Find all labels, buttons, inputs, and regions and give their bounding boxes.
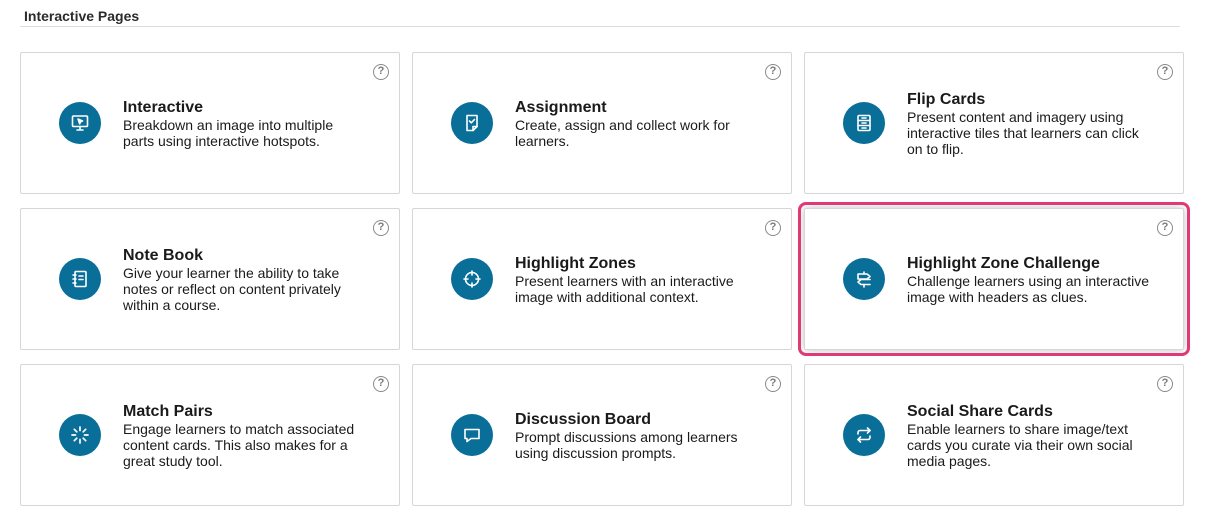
card-highlight-zones[interactable]: ? Highlight Zones Present learners with … bbox=[412, 208, 792, 350]
card-title: Social Share Cards bbox=[907, 402, 1053, 420]
crosshair-icon bbox=[451, 258, 493, 300]
spinner-icon bbox=[59, 414, 101, 456]
card-assignment[interactable]: ? Assignment Create, assign and collect … bbox=[412, 52, 792, 194]
card-description: Engage learners to match associated cont… bbox=[123, 420, 355, 469]
card-flip-cards[interactable]: ? Flip Cards Present content and imagery… bbox=[804, 52, 1184, 194]
card-title: Interactive bbox=[123, 98, 204, 116]
help-icon[interactable]: ? bbox=[373, 376, 389, 392]
card-description: Breakdown an image into multiple parts u… bbox=[123, 116, 334, 149]
card-description: Give your learner the ability to take no… bbox=[123, 264, 341, 313]
help-icon[interactable]: ? bbox=[765, 220, 781, 236]
card-interactive[interactable]: ? Interactive Breakdown an image into mu… bbox=[20, 52, 400, 194]
help-icon[interactable]: ? bbox=[373, 220, 389, 236]
card-match-pairs[interactable]: ? Match Pairs Engage learners to match a… bbox=[20, 364, 400, 506]
card-description: Present learners with an interactive ima… bbox=[515, 272, 734, 305]
card-discussion-board[interactable]: ? Discussion Board Prompt discussions am… bbox=[412, 364, 792, 506]
help-icon[interactable]: ? bbox=[1157, 64, 1173, 80]
card-description: Present content and imagery using intera… bbox=[907, 108, 1139, 157]
cards-icon bbox=[843, 102, 885, 144]
card-description: Enable learners to share image/text card… bbox=[907, 420, 1133, 469]
monitor-cursor-icon bbox=[59, 102, 101, 144]
card-title: Flip Cards bbox=[907, 90, 986, 108]
card-title: Assignment bbox=[515, 98, 607, 116]
card-note-book[interactable]: ? Note Book Give your learner the abilit… bbox=[20, 208, 400, 350]
card-title: Highlight Zone Challenge bbox=[907, 254, 1100, 272]
card-description: Prompt discussions among learners using … bbox=[515, 428, 738, 461]
interactive-pages-panel: Interactive Pages ? Interactive Breakdow… bbox=[0, 0, 1209, 521]
card-description: Create, assign and collect work for lear… bbox=[515, 116, 730, 149]
card-description: Challenge learners using an interactive … bbox=[907, 272, 1150, 305]
help-icon[interactable]: ? bbox=[765, 64, 781, 80]
card-title: Discussion Board bbox=[515, 410, 652, 428]
help-icon[interactable]: ? bbox=[765, 376, 781, 392]
help-icon[interactable]: ? bbox=[1157, 376, 1173, 392]
card-title: Highlight Zones bbox=[515, 254, 636, 272]
section-title: Interactive Pages bbox=[24, 8, 140, 24]
card-title: Match Pairs bbox=[123, 402, 213, 420]
card-grid: ? Interactive Breakdown an image into mu… bbox=[20, 52, 1190, 506]
card-highlight-zone-challenge[interactable]: ? Highlight Zone Challenge Challenge lea… bbox=[798, 202, 1190, 356]
section-divider bbox=[20, 26, 1180, 27]
help-icon[interactable]: ? bbox=[373, 64, 389, 80]
document-check-icon bbox=[451, 102, 493, 144]
card-title: Note Book bbox=[123, 246, 203, 264]
notebook-icon bbox=[59, 258, 101, 300]
card-social-share-cards[interactable]: ? Social Share Cards Enable learners to … bbox=[804, 364, 1184, 506]
speech-bubble-icon bbox=[451, 414, 493, 456]
help-icon[interactable]: ? bbox=[1157, 220, 1173, 236]
repeat-arrows-icon bbox=[843, 414, 885, 456]
signpost-icon bbox=[843, 258, 885, 300]
